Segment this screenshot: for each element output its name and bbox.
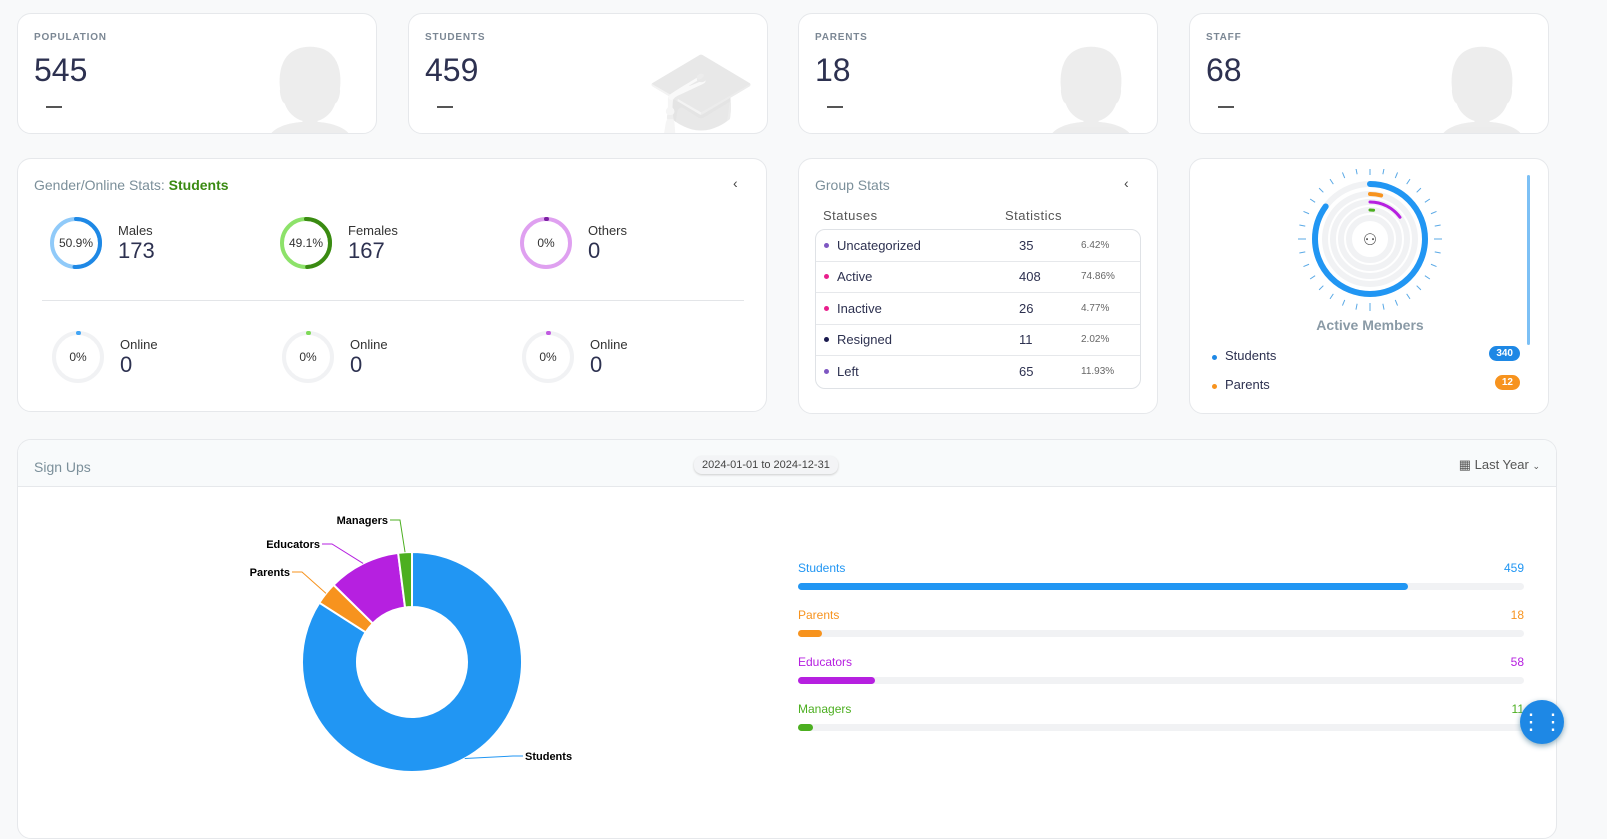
stat-value: 18 (815, 52, 851, 88)
user-icon: ⚇ (1363, 232, 1377, 249)
signups-donut-chart: Students Parents Educators Managers (250, 515, 572, 773)
date-range: 2024-01-01 to 2024-12-31 (694, 456, 838, 474)
apps-grid-button[interactable]: ⋮⋮ (1520, 700, 1564, 744)
graduation-cap-icon: 🎓 (644, 47, 757, 134)
count-badge: 12 (1494, 375, 1520, 390)
gender-ring: 50.9% (48, 215, 104, 271)
scrollbar[interactable] (1527, 175, 1530, 345)
trend-dash (1218, 106, 1234, 108)
signup-bar-students: Students 459 (798, 561, 1524, 590)
leader-line (322, 543, 364, 564)
online-ring: 0% (50, 329, 106, 385)
table-row: Uncategorized 35 6.42% (816, 230, 1140, 262)
table-row: Inactive 26 4.77% (816, 293, 1140, 325)
online-stat: 0% Online 0 (520, 329, 628, 385)
stat-value: 545 (34, 52, 88, 88)
calendar-icon: ▦ (1458, 457, 1475, 472)
bar-fill (798, 630, 822, 637)
users-icon: 👤 (253, 47, 366, 134)
gender-ring: 0% (518, 215, 574, 271)
online-stat: 0% Online 0 (280, 329, 388, 385)
stat-card-population[interactable]: POPULATION 545 👤 (17, 13, 377, 134)
gender-online-card: Gender/Online Stats: Students ‹ 50.9% Mal… (17, 158, 767, 412)
stat-value: 68 (1206, 52, 1242, 88)
table-row: Left 65 11.93% (816, 356, 1140, 388)
donut-label: Parents (250, 567, 290, 579)
count-badge: 340 (1489, 346, 1520, 361)
period-dropdown[interactable]: ▦ Last Year ⌄ (1459, 457, 1540, 473)
col-statistics: Statistics (1005, 208, 1063, 223)
stat-label: STAFF (1206, 32, 1242, 43)
stat-label: POPULATION (34, 32, 107, 43)
user-shield-icon: 👤 (1034, 47, 1147, 134)
online-ring: 0% (280, 329, 336, 385)
user-tie-icon: 👤 (1425, 47, 1538, 134)
group-title: Group Stats (815, 177, 890, 193)
trend-dash (437, 106, 453, 108)
active-title: Active Members (1316, 317, 1424, 333)
bar-fill (798, 583, 1408, 590)
trend-dash (46, 106, 62, 108)
active-legend-students: Students (1212, 348, 1276, 363)
signup-bar-parents: Parents 18 (798, 608, 1524, 637)
leader-line (292, 571, 327, 594)
gender-group: Students (168, 177, 229, 193)
table-row: Resigned 11 2.02% (816, 325, 1140, 356)
donut-label: Students (525, 751, 572, 763)
gender-ring: 49.1% (278, 215, 334, 271)
online-stat: 0% Online 0 (50, 329, 158, 385)
active-members-card: ⚇ Active Members Students 340 Parents 12 (1189, 158, 1549, 414)
gender-stat-males: 50.9% Males 173 (48, 215, 155, 271)
online-ring: 0% (520, 329, 576, 385)
signup-bar-educators: Educators 58 (798, 655, 1524, 684)
trend-dash (827, 106, 843, 108)
signup-bar-managers: Managers 11 (798, 702, 1524, 731)
stat-label: STUDENTS (425, 32, 486, 43)
col-statuses: Statuses (823, 208, 878, 223)
stat-label: PARENTS (815, 32, 868, 43)
gender-stat-others: 0% Others 0 (518, 215, 627, 271)
active-legend-parents: Parents (1212, 377, 1270, 392)
donut-label: Managers (337, 515, 388, 527)
collapse-chevron-icon[interactable]: ‹ (733, 175, 738, 191)
stat-card-parents[interactable]: PARENTS 18 👤 (798, 13, 1158, 134)
gender-title: Gender/Online Stats: Students (34, 177, 229, 193)
stat-value: 459 (425, 52, 479, 88)
chevron-down-icon: ⌄ (1532, 461, 1540, 471)
bar-fill (798, 724, 813, 731)
bar-fill (798, 677, 876, 684)
active-members-radial-chart: ⚇ (1298, 169, 1442, 311)
donut-label: Educators (266, 539, 320, 551)
table-row: Active 408 74.86% (816, 262, 1140, 293)
stat-card-students[interactable]: STUDENTS 459 🎓 (408, 13, 768, 134)
divider (42, 300, 744, 301)
gender-stat-females: 49.1% Females 167 (278, 215, 398, 271)
leader-line (464, 755, 523, 760)
signups-title: Sign Ups (34, 459, 91, 475)
group-stats-card: Group Stats ‹ Statuses Statistics Uncate… (798, 158, 1158, 414)
collapse-chevron-icon[interactable]: ‹ (1124, 175, 1129, 191)
group-table: Uncategorized 35 6.42% Active 408 74.86% Inact… (815, 229, 1141, 389)
stat-card-staff[interactable]: STAFF 68 👤 (1189, 13, 1549, 134)
leader-line (390, 519, 406, 553)
